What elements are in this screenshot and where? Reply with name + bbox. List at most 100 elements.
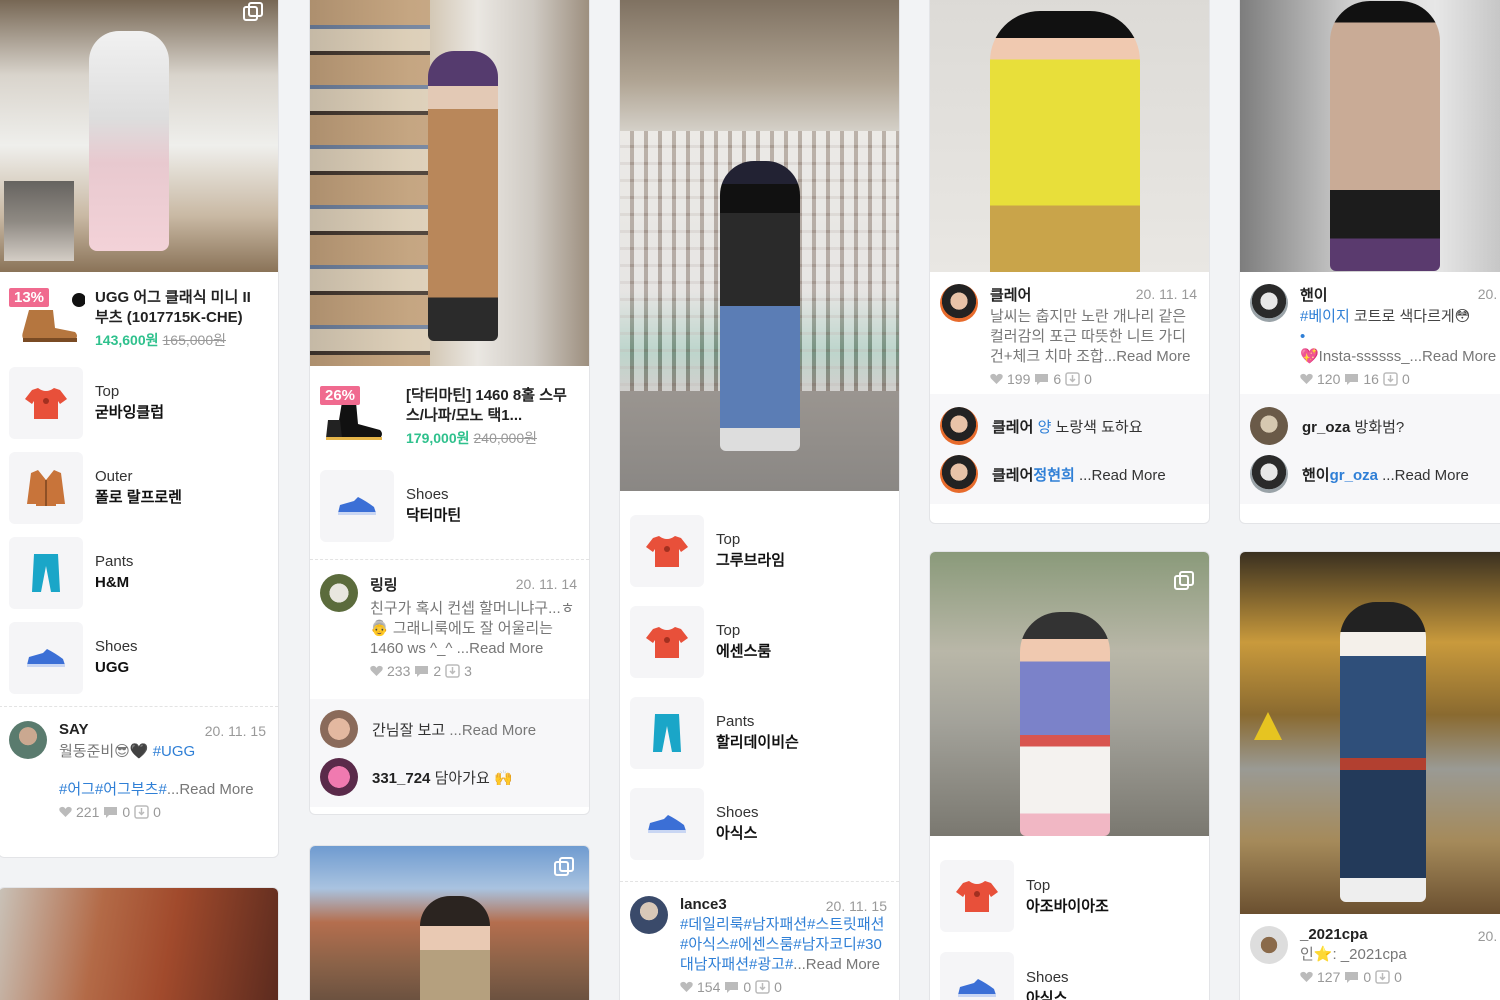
avatar[interactable]: [1250, 284, 1288, 322]
comment-user[interactable]: gr_oza: [1302, 419, 1350, 436]
outfit-photo[interactable]: [310, 0, 589, 366]
comment-row[interactable]: 간님잘 보고 ...Read More: [320, 705, 579, 753]
style-card[interactable]: 20. 11. 14 클레어 날씨는 춥지만 노란 개나리 같은 컬러감의 포근…: [929, 0, 1210, 524]
product-price: 143,600원 165,000원: [95, 332, 227, 348]
avatar[interactable]: [320, 710, 358, 748]
style-card[interactable]: 20. 11. 14 핸이 #베이지 코트로 색다르게😳 • 💖Insta-ss…: [1239, 0, 1500, 524]
username[interactable]: 핸이: [1300, 284, 1500, 305]
avatar[interactable]: [940, 455, 978, 493]
item-row[interactable]: Outer 폴로 랄프로렌: [0, 445, 278, 530]
item-category: Outer: [95, 468, 133, 485]
item-row[interactable]: Top 아조바이아조: [930, 850, 1209, 942]
outfit-photo[interactable]: [1240, 0, 1500, 272]
post-date: 20. 11. 14: [515, 576, 577, 592]
outfit-photo[interactable]: [0, 888, 278, 1000]
comment-row[interactable]: 핸이gr_oza ...Read More: [1250, 450, 1500, 498]
item-category: Shoes: [406, 486, 449, 503]
username[interactable]: _2021cpa: [1300, 926, 1500, 943]
avatar[interactable]: [630, 896, 668, 934]
original-price: 165,000원: [162, 332, 227, 348]
comment-user[interactable]: 클레어: [992, 467, 1033, 484]
style-card[interactable]: 13% UGG 어그 클래식 미니 II 부츠 (1017715K-CHE) 1…: [0, 0, 279, 858]
post-date: 20. 11. 15: [204, 723, 266, 739]
item-row[interactable]: Shoes UGG: [0, 615, 278, 700]
mention[interactable]: 정현희: [1033, 467, 1074, 484]
item-brand: 굳바잉클럽: [95, 404, 165, 421]
style-card[interactable]: 20. 11. 15 _2021cpa 인⭐: _2021cpa 127 0 0: [1239, 551, 1500, 1000]
product-row[interactable]: 26% [닥터마틴] 1460 8홀 스무스/나파/모노 택1... 179,0…: [310, 370, 589, 458]
hashtag[interactable]: #UGG: [153, 743, 196, 760]
read-more-link[interactable]: ...Read More: [793, 956, 880, 973]
product-price: 179,000원 240,000원: [406, 430, 537, 446]
read-more-link[interactable]: ...Read More: [1104, 348, 1191, 365]
item-row[interactable]: Top 굳바잉클럽: [0, 360, 278, 445]
post-date: 20. 11. 15: [825, 898, 887, 914]
save-icon: [445, 664, 460, 678]
save-icon: [134, 805, 149, 819]
read-more-link[interactable]: ...Read More: [1410, 348, 1497, 365]
post-stats: 120 16 0: [1300, 371, 1500, 387]
pants-icon: [32, 553, 60, 592]
comment-icon: [1035, 373, 1049, 385]
style-card[interactable]: [309, 845, 590, 1000]
mention[interactable]: 양: [1038, 419, 1052, 436]
avatar[interactable]: [940, 407, 978, 445]
comment-row[interactable]: gr_oza 방화범?: [1250, 402, 1500, 450]
avatar[interactable]: [9, 721, 47, 759]
outfit-photo[interactable]: [0, 0, 278, 272]
style-card[interactable]: Top 아조바이아조 Shoes 아식스: [929, 551, 1210, 1000]
shoes-icon: [338, 496, 376, 515]
style-card[interactable]: Top 그루브라임 Top 에센스룸 Pants 할리데이비슨 Shoes 아식스 20…: [619, 0, 900, 1000]
comment-row[interactable]: 클레어정현희 ...Read More: [940, 450, 1199, 498]
outfit-photo[interactable]: [1240, 552, 1500, 914]
outfit-photo[interactable]: [310, 846, 589, 1000]
avatar[interactable]: [1250, 407, 1288, 445]
heart-icon: [59, 806, 72, 817]
style-card[interactable]: 26% [닥터마틴] 1460 8홀 스무스/나파/모노 택1... 179,0…: [309, 0, 590, 815]
comment-user[interactable]: 핸이: [1302, 467, 1330, 484]
item-row[interactable]: Top 에센스룸: [620, 596, 899, 687]
product-row[interactable]: 13% UGG 어그 클래식 미니 II 부츠 (1017715K-CHE) 1…: [0, 272, 278, 360]
comment-icon: [1345, 971, 1359, 983]
item-row[interactable]: Pants H&M: [0, 530, 278, 615]
avatar[interactable]: [1250, 926, 1288, 964]
item-brand: 폴로 랄프로렌: [95, 489, 182, 506]
discount-badge: 13%: [9, 288, 50, 307]
read-more-link[interactable]: ...Read More: [449, 722, 536, 739]
hashtag[interactable]: #베이지: [1300, 308, 1350, 325]
read-more-link[interactable]: ...Read More: [457, 640, 544, 657]
multi-photo-icon: [554, 857, 574, 876]
avatar[interactable]: [320, 574, 358, 612]
item-row[interactable]: Top 그루브라임: [620, 505, 899, 596]
item-row[interactable]: Shoes 아식스: [930, 942, 1209, 1000]
item-category: Pants: [95, 553, 134, 570]
item-category: Top: [716, 531, 741, 548]
save-icon: [755, 980, 770, 994]
heart-icon: [990, 373, 1003, 384]
comment-row[interactable]: 클레어 양 노랑색 됴하요: [940, 402, 1199, 450]
avatar[interactable]: [320, 758, 358, 796]
read-more-link[interactable]: ...Read More: [167, 781, 254, 798]
post-date: 20. 11. 15: [1477, 928, 1500, 944]
outfit-photo[interactable]: [930, 552, 1209, 836]
avatar[interactable]: [1250, 455, 1288, 493]
post-text-line: 💖Insta-ssssss_...Read More: [1300, 348, 1497, 365]
post-text: #데일리룩#남자패션#스트릿패션#아식스#에센스룸#남자코디#30대남자패션#광…: [680, 916, 885, 973]
item-brand: 닥터마틴: [406, 507, 462, 524]
heart-icon: [1300, 971, 1313, 982]
comment-user[interactable]: 331_724: [372, 770, 430, 787]
post-stats: 127 0 0: [1300, 969, 1500, 985]
item-row[interactable]: Shoes 닥터마틴: [310, 458, 589, 553]
comment-user[interactable]: 클레어: [992, 419, 1033, 436]
item-row[interactable]: Shoes 아식스: [620, 778, 899, 869]
outfit-photo[interactable]: [620, 0, 899, 491]
comment-row[interactable]: 331_724 담아가요 🙌: [320, 753, 579, 801]
item-brand: 아식스: [1026, 989, 1068, 1000]
avatar[interactable]: [940, 284, 978, 322]
comment-icon: [415, 665, 429, 677]
post-meta: 20. 11. 15 SAY 월동준비😎🖤 #UGG #어그#어그부츠#...R…: [0, 706, 278, 846]
style-card[interactable]: [0, 887, 279, 1000]
item-row[interactable]: Pants 할리데이비슨: [620, 687, 899, 778]
outfit-photo[interactable]: [930, 0, 1209, 272]
mention[interactable]: gr_oza: [1330, 467, 1378, 484]
